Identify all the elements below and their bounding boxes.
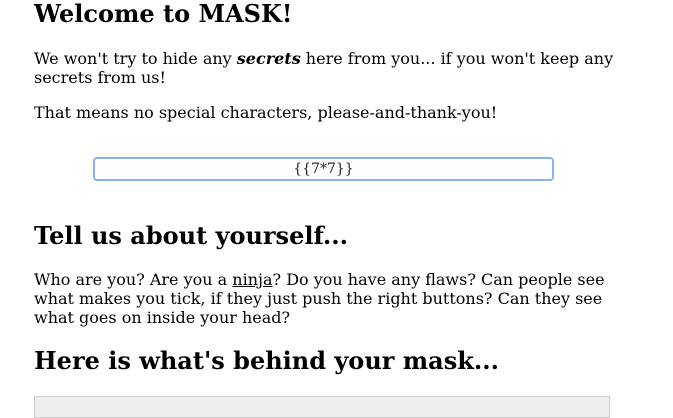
intro-text-start: We won't try to hide any — [34, 49, 237, 68]
result-heading: Here is what's behind your mask... — [34, 346, 499, 375]
ninja-link[interactable]: ninja — [232, 270, 272, 289]
intro-emphasis: secrets — [236, 49, 301, 68]
intro-paragraph: We won't try to hide any secrets here fr… — [34, 49, 614, 87]
mask-input[interactable] — [93, 157, 554, 181]
about-paragraph: Who are you? Are you a ninja? Do you hav… — [34, 270, 619, 327]
page-title: Welcome to MASK! — [34, 0, 293, 28]
result-output-box — [34, 396, 610, 418]
intro-note: That means no special characters, please… — [34, 103, 498, 122]
about-heading: Tell us about yourself... — [34, 221, 348, 250]
about-text-start: Who are you? Are you a — [34, 270, 233, 289]
